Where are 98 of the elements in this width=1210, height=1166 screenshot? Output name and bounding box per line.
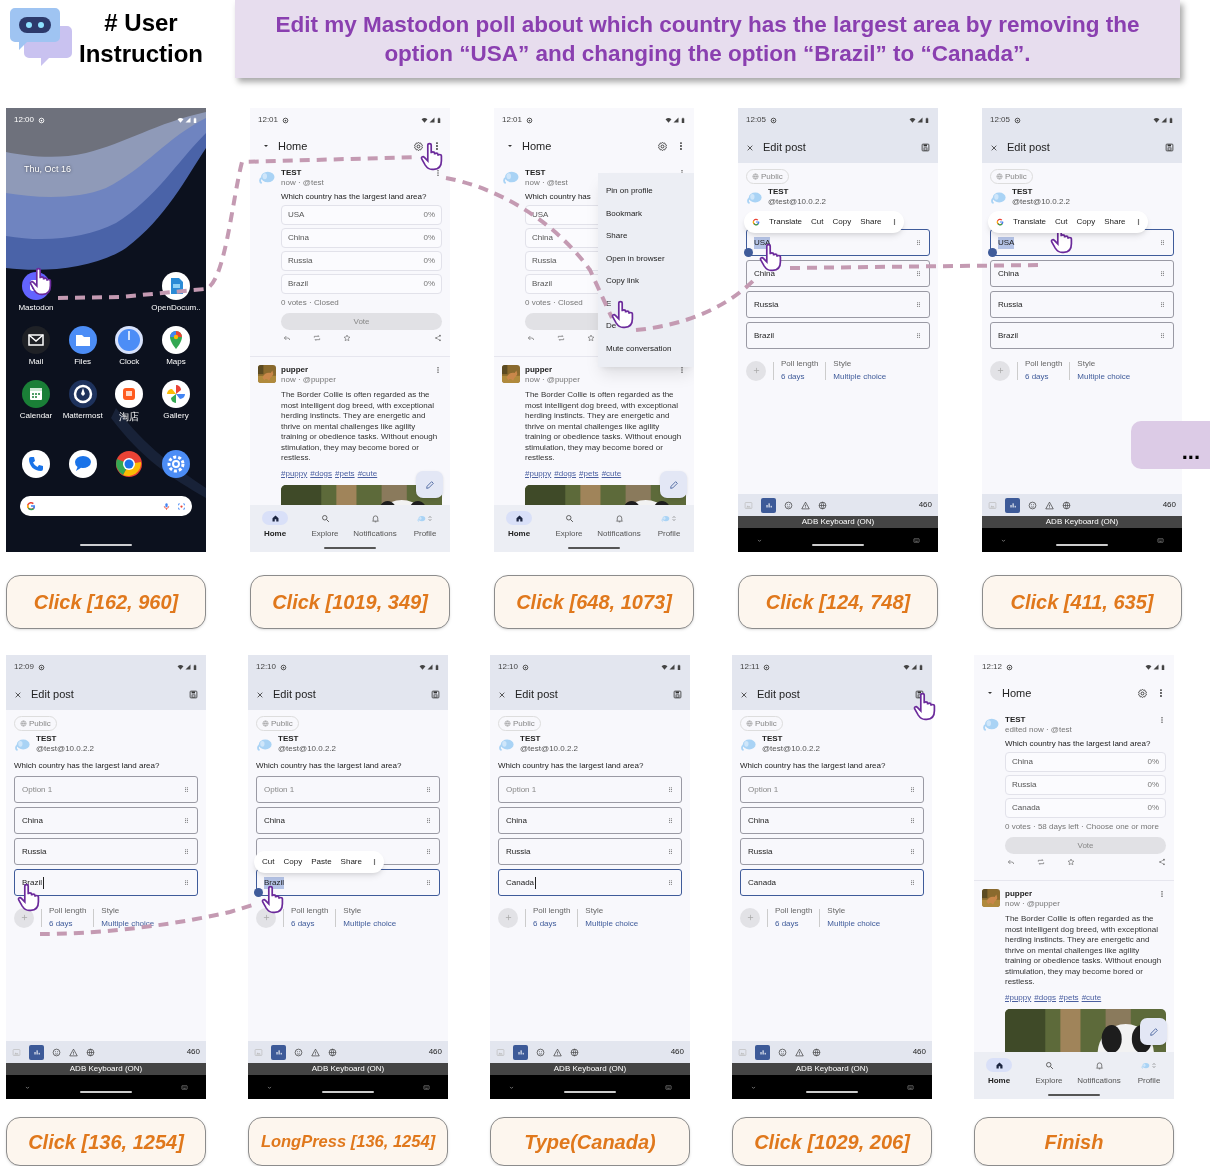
instruction-heading: # User Instruction (78, 8, 204, 69)
character-count: 460 (670, 1046, 684, 1058)
keyboard-label: ADB Keyboard (ON) (795, 1065, 869, 1073)
keyboard-label: ADB Keyboard (ON) (69, 1065, 143, 1073)
action-label: Click [162, 960] (6, 575, 206, 629)
app-title: Edit post (273, 687, 316, 703)
post-meta: now · @test (525, 178, 569, 188)
style-label: Style (101, 905, 121, 917)
app-label: Gallery (163, 412, 189, 420)
app-label: Calendar (19, 412, 53, 420)
action-label: Finish (974, 1117, 1174, 1166)
author-handle: @test@10.0.2.2 (36, 744, 95, 754)
app-label: Files (74, 358, 92, 366)
app-label: Maps (166, 358, 186, 366)
app-title: Home (278, 138, 308, 154)
action-label: Click [411, 635] (982, 575, 1182, 629)
character-count: 460 (186, 1046, 200, 1058)
poll-question: Which country has the largest land area? (498, 760, 644, 772)
style-label: Style (585, 905, 605, 917)
poll-length-label: Poll length (49, 905, 87, 917)
status-time: 12:11 (740, 661, 760, 673)
app-label: Clock (119, 358, 140, 366)
action-label: LongPress [136, 1254] (248, 1117, 448, 1166)
action-label: Click [124, 748] (738, 575, 938, 629)
poll-summary: 0 votes · 58 days left · Choose one or more (1005, 822, 1159, 832)
action-label: Click [1029, 206] (732, 1117, 932, 1166)
poll-question: Which country has the largest land area? (281, 192, 427, 202)
post-meta: edited now · @test (1005, 725, 1073, 735)
status-time: 12:12 (982, 661, 1003, 673)
app-title: Edit post (757, 687, 800, 703)
post-meta: now · @test (281, 178, 325, 188)
status-time: 12:10 (498, 661, 519, 673)
app-title: Edit post (1007, 140, 1050, 156)
author-name: TEST (278, 734, 300, 744)
app-label: Mattermost (62, 412, 103, 420)
style-label: Style (343, 905, 363, 917)
style-label: Style (833, 358, 853, 370)
action-label: Click [136, 1254] (6, 1117, 206, 1166)
app-title: Home (1002, 685, 1032, 701)
poll-summary: 0 votes · Closed (281, 298, 339, 308)
status-time: 12:09 (14, 661, 35, 673)
post-meta: now · @pupper (281, 375, 337, 385)
post-meta: now · @pupper (1005, 899, 1061, 909)
instruction-text: Edit my Mastodon poll about which country has the largest area by removing the option “USA” and changing the option “Brazil” to “Canada”. (274, 11, 1141, 68)
status-time: 12:05 (990, 114, 1011, 126)
app-title: Home (522, 138, 552, 154)
status-time: 12:10 (256, 661, 277, 673)
app-title: Edit post (515, 687, 558, 703)
keyboard-label: ADB Keyboard (ON) (1045, 518, 1119, 526)
action-label: Click [648, 1073] (494, 575, 694, 629)
poll-length-label: Poll length (781, 358, 819, 370)
post-text: The Border Collie is often regarded as the most intelligent dog breed, with exceptional herding instincts. They are energetic and thrive on mental challenges like agility training or obedience tasks. Without enough stimulation, they may become bored or restless. (281, 390, 439, 464)
app-label: OpenDocum.. (151, 304, 201, 312)
post-text: The Border Collie is often regarded as the most intelligent dog breed, with exceptional herding instincts. They are energetic and thrive on mental challenges like agility training or obedience tasks. Without enough stimulation, they may become bored or restless. (1005, 914, 1163, 988)
author-handle: @test@10.0.2.2 (762, 744, 821, 754)
poll-question: Which country has the largest land area? (14, 760, 160, 772)
character-count: 460 (1162, 499, 1176, 511)
post-text: The Border Collie is often regarded as the most intelligent dog breed, with exceptional herding instincts. They are energetic and thrive on mental challenges like agility training or obedience tasks. Without enough stimulation, they may become bored or restless. (525, 390, 683, 464)
style-label: Style (1077, 358, 1097, 370)
keyboard-label: ADB Keyboard (ON) (311, 1065, 385, 1073)
author-handle: @test@10.0.2.2 (768, 197, 827, 207)
app-label: Mastodon (18, 304, 54, 312)
app-label: 淘店 (119, 412, 140, 422)
keyboard-label: ADB Keyboard (ON) (553, 1065, 627, 1073)
status-time: 12:00 (14, 114, 35, 126)
author-name: TEST (36, 734, 58, 744)
author-handle: @test@10.0.2.2 (278, 744, 337, 754)
action-label: Click [1019, 349] (250, 575, 450, 629)
app-title: Edit post (31, 687, 74, 703)
post-meta: now · @pupper (525, 375, 581, 385)
poll-length-label: Poll length (533, 905, 571, 917)
status-time: 12:01 (258, 114, 279, 126)
app-title: Edit post (763, 140, 806, 156)
poll-summary: 0 votes · Closed (525, 298, 583, 308)
character-count: 460 (918, 499, 932, 511)
style-label: Style (827, 905, 847, 917)
author-name: TEST (520, 734, 542, 744)
author-name: TEST (768, 187, 790, 197)
author-name: TEST (762, 734, 784, 744)
keyboard-label: ADB Keyboard (ON) (801, 518, 875, 526)
status-time: 12:05 (746, 114, 767, 126)
author-handle: @test@10.0.2.2 (1012, 197, 1071, 207)
poll-length-label: Poll length (291, 905, 329, 917)
action-label: Type(Canada) (490, 1117, 690, 1166)
character-count: 460 (428, 1046, 442, 1058)
poll-question: Which country has (525, 192, 591, 202)
date-text: Thu, Oct 16 (24, 163, 73, 175)
continuation-label: ... (1131, 421, 1210, 469)
status-time: 12:01 (502, 114, 523, 126)
poll-question: Which country has the largest land area? (740, 760, 886, 772)
character-count: 460 (912, 1046, 926, 1058)
app-label: Mail (28, 358, 44, 366)
poll-question: Which country has the largest land area? (1005, 739, 1151, 749)
author-handle: @test@10.0.2.2 (520, 744, 579, 754)
poll-question: Which country has the largest land area? (256, 760, 402, 772)
poll-length-label: Poll length (775, 905, 813, 917)
author-name: TEST (1012, 187, 1034, 197)
poll-length-label: Poll length (1025, 358, 1063, 370)
